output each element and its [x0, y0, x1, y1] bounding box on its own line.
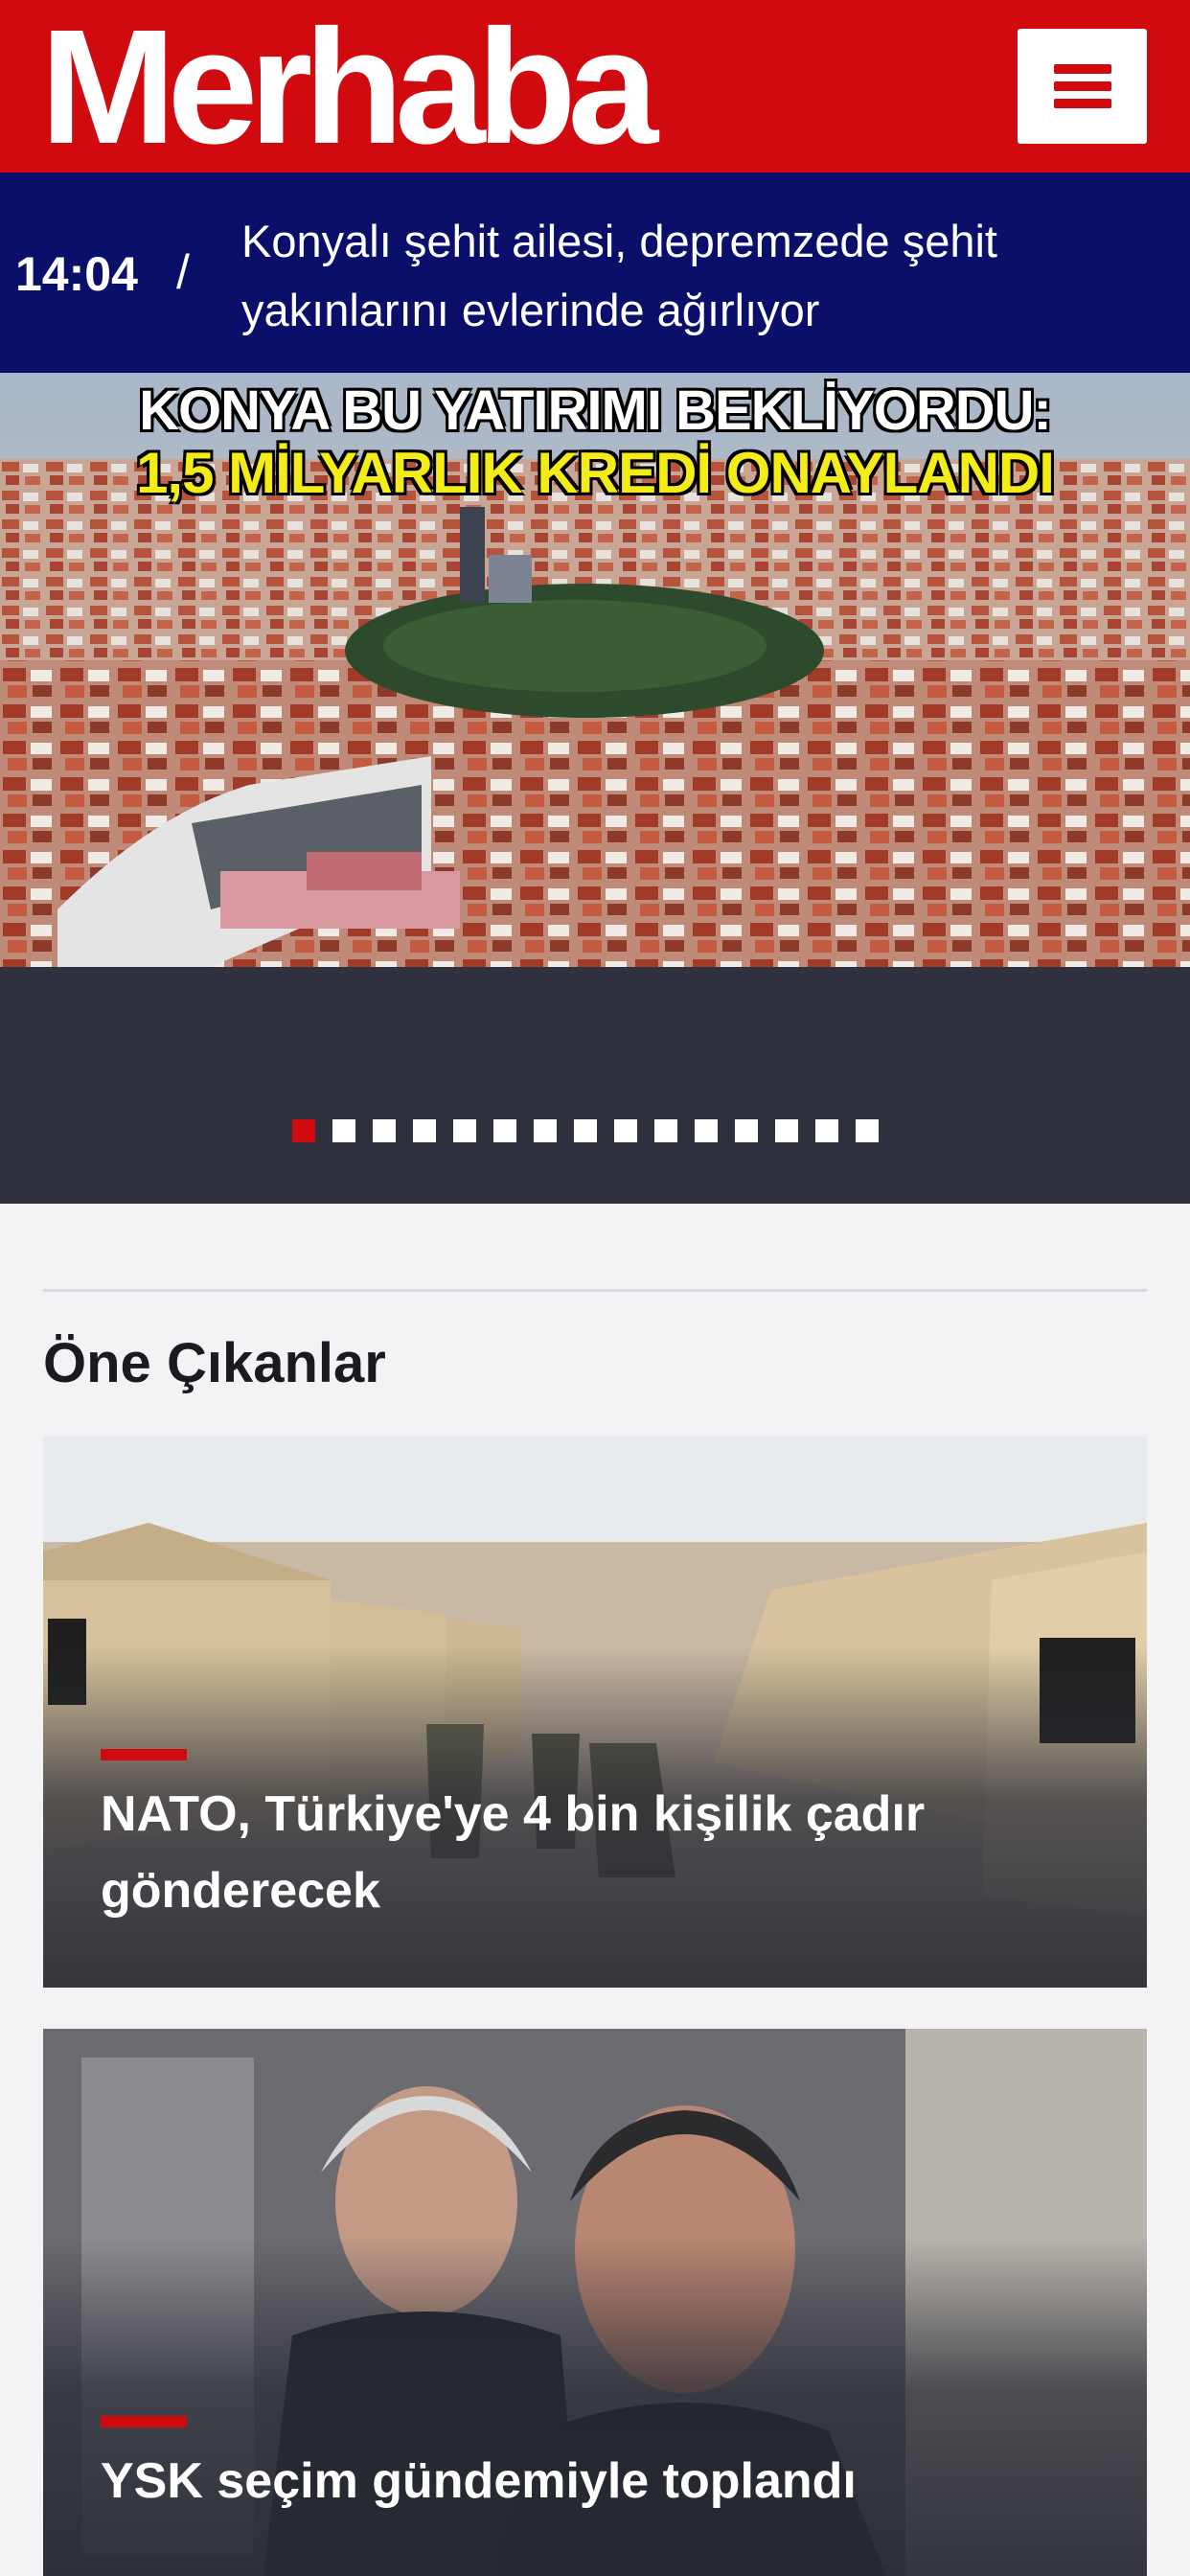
- slider-dot[interactable]: [373, 1119, 396, 1142]
- hero-image[interactable]: KONYA BU YATIRIMI BEKLİYORDU: 1,5 MİLYAR…: [0, 373, 1190, 967]
- slider-dot[interactable]: [856, 1119, 879, 1142]
- ticker-headline[interactable]: Konyalı şehit ailesi, depremzede şehit y…: [241, 207, 1104, 345]
- ticker-time: 14:04: [15, 247, 138, 301]
- slider-dot[interactable]: [534, 1119, 557, 1142]
- section-title-light: Öne: [43, 1332, 151, 1394]
- ticker-separator: /: [176, 245, 190, 299]
- slider-pagination: [0, 1119, 1190, 1142]
- site-logo[interactable]: Merhaba: [40, 6, 658, 169]
- section-divider: [43, 1289, 1147, 1292]
- hero-caption-line1: KONYA BU YATIRIMI BEKLİYORDU:: [139, 380, 1052, 442]
- news-card[interactable]: NATO, Türkiye'ye 4 bin kişilik çadır gön…: [43, 1437, 1147, 1988]
- section-title: Öne Çıkanlar: [43, 1332, 386, 1395]
- hero-caption-line2: 1,5 MİLYARLIK KREDİ ONAYLANDI: [136, 441, 1055, 505]
- slider-dot[interactable]: [654, 1119, 677, 1142]
- slider-dot[interactable]: [332, 1119, 355, 1142]
- section-title-bold: Çıkanlar: [166, 1332, 386, 1394]
- slider-dot[interactable]: [574, 1119, 597, 1142]
- hero-caption: KONYA BU YATIRIMI BEKLİYORDU: 1,5 MİLYAR…: [0, 380, 1190, 505]
- slider-dot[interactable]: [453, 1119, 476, 1142]
- slider-dot[interactable]: [493, 1119, 516, 1142]
- menu-button[interactable]: [1018, 29, 1147, 144]
- slider-dot[interactable]: [775, 1119, 798, 1142]
- card-title[interactable]: NATO, Türkiye'ye 4 bin kişilik çadır gön…: [101, 1776, 1097, 1929]
- slider-dot[interactable]: [695, 1119, 718, 1142]
- card-accent-bar: [101, 2416, 187, 2427]
- slider-dot[interactable]: [413, 1119, 436, 1142]
- slider-dot[interactable]: [292, 1119, 315, 1142]
- slider-dot[interactable]: [614, 1119, 637, 1142]
- site-header: Merhaba: [0, 0, 1190, 172]
- slider-dot[interactable]: [735, 1119, 758, 1142]
- slider-dot[interactable]: [815, 1119, 838, 1142]
- news-card[interactable]: YSK seçim gündemiyle toplandı: [43, 2029, 1147, 2576]
- hero-slider[interactable]: KONYA BU YATIRIMI BEKLİYORDU: 1,5 MİLYAR…: [0, 373, 1190, 1204]
- card-accent-bar: [101, 1749, 187, 1760]
- news-ticker[interactable]: 14:04 / Konyalı şehit ailesi, depremzede…: [0, 172, 1190, 373]
- card-title[interactable]: YSK seçim gündemiyle toplandı: [101, 2443, 1097, 2519]
